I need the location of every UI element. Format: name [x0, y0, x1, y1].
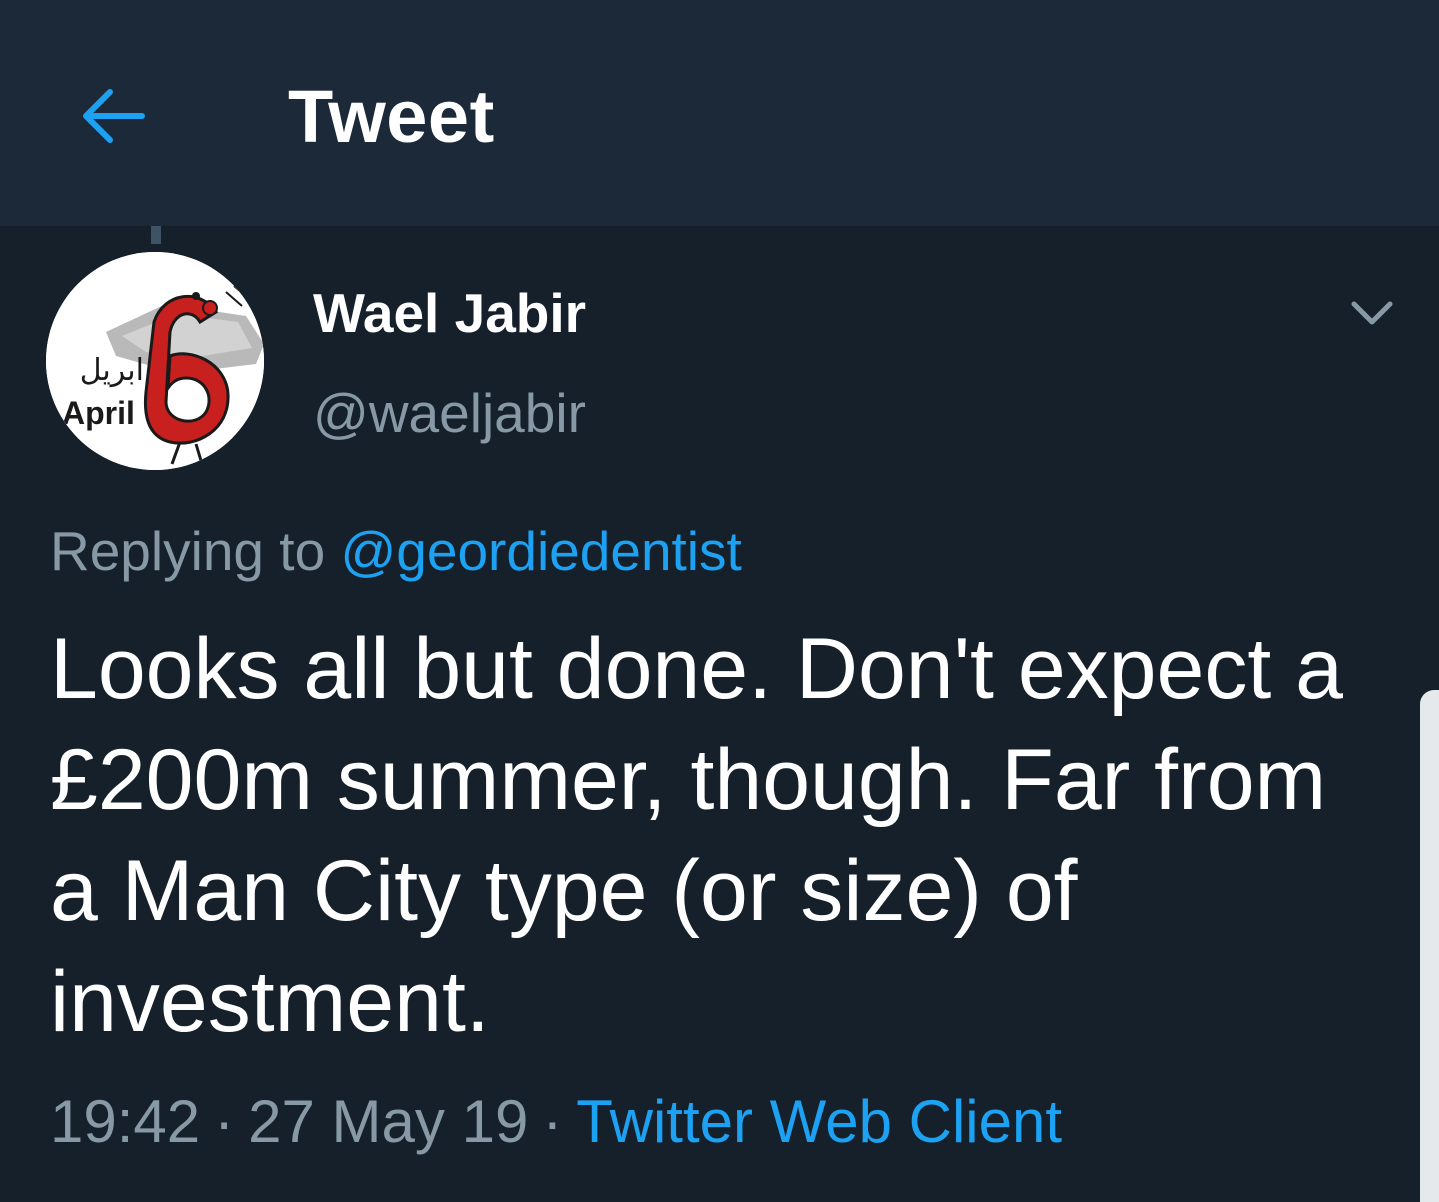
- page-title: Tweet: [288, 75, 495, 158]
- top-app-bar: Tweet: [0, 0, 1439, 226]
- arrow-left-icon: [83, 89, 145, 143]
- tweet-metadata: 19:42 · 27 May 19 · Twitter Web Client: [50, 1087, 1062, 1157]
- tweet-time: 19:42: [50, 1088, 201, 1155]
- tweet-date: 27 May 19: [248, 1088, 529, 1155]
- thread-connector-line: [151, 226, 161, 244]
- meta-separator: ·: [214, 1088, 235, 1155]
- chevron-down-icon: [1351, 301, 1393, 325]
- april6-logo-image: ابريل April: [46, 252, 264, 470]
- avatar[interactable]: ابريل April: [46, 252, 264, 470]
- scrollbar-thumb[interactable]: [1420, 690, 1439, 1202]
- replying-to-line: Replying to @geordiedentist: [50, 518, 742, 584]
- tweet-source-link[interactable]: Twitter Web Client: [576, 1088, 1062, 1155]
- tweet-text: Looks all but done. Don't expect a £200m…: [50, 621, 1343, 1050]
- back-button[interactable]: [74, 78, 150, 154]
- author-handle[interactable]: @waeljabir: [313, 380, 586, 446]
- replying-to-label: Replying to: [50, 520, 326, 582]
- author-name[interactable]: Wael Jabir: [313, 280, 586, 346]
- avatar-latin-text: April: [62, 395, 135, 431]
- reply-mention-link[interactable]: @geordiedentist: [340, 520, 741, 582]
- tweet-menu-button[interactable]: [1340, 284, 1404, 340]
- avatar-arabic-text: ابريل: [80, 353, 144, 388]
- meta-separator: ·: [542, 1088, 563, 1155]
